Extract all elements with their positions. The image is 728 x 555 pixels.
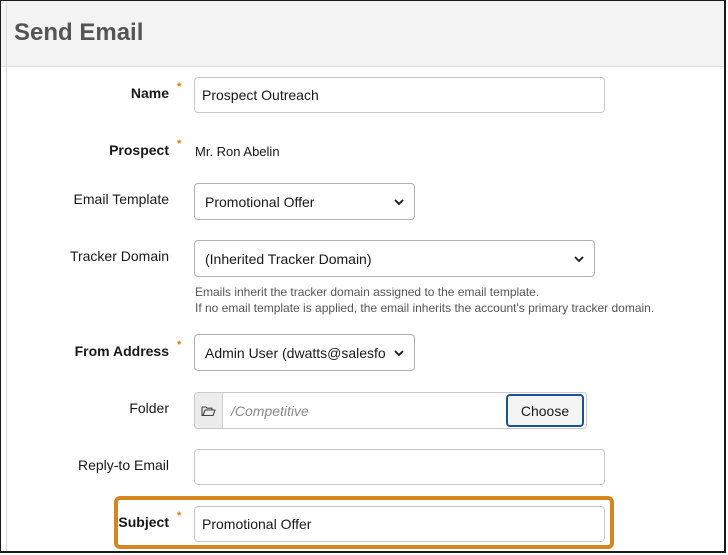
name-label: Name	[130, 85, 169, 101]
from-address-required-marker: *	[177, 339, 182, 351]
folder-picker: /Competitive Choose	[194, 392, 587, 429]
tracker-domain-help: Emails inherit the tracker domain assign…	[195, 284, 654, 316]
email-template-select[interactable]: Promotional Offer	[194, 183, 415, 220]
prospect-label: Prospect	[109, 142, 169, 158]
left-border	[6, 1, 7, 551]
choose-folder-button[interactable]: Choose	[506, 394, 584, 427]
folder-path: /Competitive	[231, 402, 309, 419]
send-email-panel: Send Email Name * Prospect Outreach Pros…	[0, 0, 726, 553]
from-address-select[interactable]: Admin User (dwatts@salesfo	[194, 334, 415, 371]
email-template-label: Email Template	[73, 191, 169, 207]
from-address-label: From Address	[74, 343, 169, 359]
tracker-domain-selected: (Inherited Tracker Domain)	[205, 250, 372, 267]
page-header: Send Email	[1, 1, 724, 67]
reply-to-label: Reply-to Email	[77, 457, 169, 473]
folder-label: Folder	[129, 400, 169, 416]
from-address-selected: Admin User (dwatts@salesfo	[205, 344, 386, 361]
page-title: Send Email	[14, 19, 144, 46]
folder-open-icon	[201, 405, 216, 416]
tracker-domain-label: Tracker Domain	[69, 248, 169, 264]
prospect-value: Mr. Ron Abelin	[195, 144, 280, 159]
reply-to-email-input[interactable]	[194, 449, 605, 485]
email-template-selected: Promotional Offer	[205, 193, 315, 210]
chevron-down-icon	[394, 349, 404, 356]
tracker-domain-select[interactable]: (Inherited Tracker Domain)	[194, 240, 595, 277]
folder-icon-box	[195, 393, 223, 428]
chevron-down-icon	[574, 255, 584, 262]
subject-highlight-box	[114, 496, 614, 549]
chevron-down-icon	[394, 198, 404, 205]
tracker-domain-help-line2: If no email template is applied, the ema…	[195, 301, 655, 315]
name-input[interactable]: Prospect Outreach	[194, 77, 605, 113]
tracker-domain-help-line1: Emails inherit the tracker domain assign…	[195, 285, 540, 299]
name-required-marker: *	[177, 81, 182, 93]
prospect-required-marker: *	[177, 138, 182, 150]
